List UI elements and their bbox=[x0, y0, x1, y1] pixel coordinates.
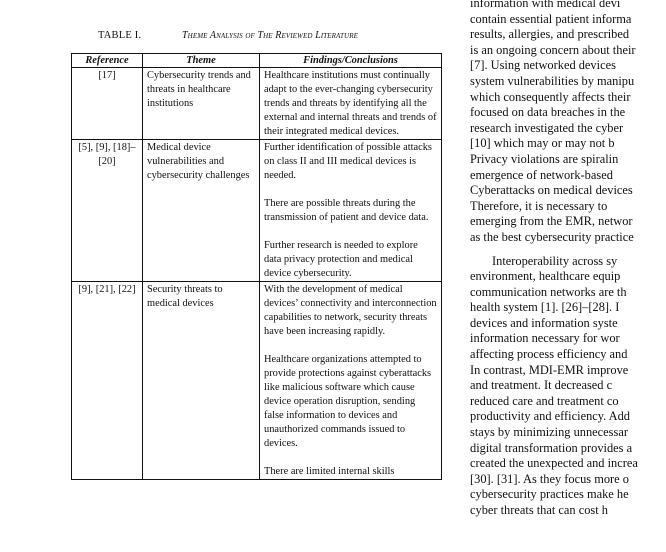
body-text-line: and treatment. It decreased c bbox=[470, 378, 613, 393]
body-text-line: results, allergies, and prescribed bbox=[470, 27, 630, 42]
finding-paragraph: With the development of medical devices’… bbox=[264, 284, 437, 337]
findings-cell: Further identification of possible attac… bbox=[259, 139, 442, 282]
reference-cell: [5], [9], [18]–[20] bbox=[71, 139, 143, 282]
paper-page: TABLE I. Theme Analysis of The Reviewed … bbox=[0, 0, 666, 552]
body-text-line: Privacy violations are spiralin bbox=[470, 151, 619, 166]
body-text-line: cyber threats that can cost h bbox=[470, 503, 608, 517]
body-paragraph: Interoperability across sy environment, h… bbox=[470, 254, 666, 519]
body-text-line: research investigated the cyber bbox=[470, 120, 624, 135]
reference-cell: [17] bbox=[71, 67, 143, 140]
body-text-line: stays by minimizing unnecessar bbox=[470, 425, 628, 440]
body-text-line: information with medical devi bbox=[470, 0, 621, 10]
body-text-line: Therefore, it is necessary to bbox=[470, 198, 608, 213]
body-text-line: focused on data breaches in the bbox=[470, 105, 626, 120]
theme-cell: Cybersecurity trends and threats in heal… bbox=[142, 67, 260, 140]
body-text-line: productivity and efficiency. Add bbox=[470, 409, 631, 424]
table-header-row: Reference Theme Findings/Conclusions bbox=[71, 53, 442, 68]
body-text-line: as the best cybersecurity practice bbox=[470, 229, 634, 244]
table-row: [17] Cybersecurity trends and threats in… bbox=[71, 67, 442, 140]
header-theme: Theme bbox=[142, 53, 260, 68]
body-text-line: affecting process efficiency and bbox=[470, 347, 628, 362]
body-text-line: health system [1]. [26]–[28]. I bbox=[470, 300, 620, 315]
body-text-line: information necessary for wor bbox=[470, 331, 620, 346]
body-text-line: Interoperability across sy bbox=[492, 253, 618, 268]
body-text-line: emergence of network-based bbox=[470, 167, 613, 182]
header-findings: Findings/Conclusions bbox=[259, 53, 442, 68]
reference-cell: [9], [21], [22] bbox=[71, 281, 143, 480]
body-text-line: Cyberattacks on medical devices bbox=[470, 183, 633, 198]
finding-paragraph: Healthcare organizations attempted to pr… bbox=[264, 354, 432, 449]
body-text-line: emerging from the EMR, networ bbox=[470, 214, 633, 229]
body-text-line: cybersecurity practices make he bbox=[470, 487, 629, 502]
table-row: [5], [9], [18]–[20] Medical device vulne… bbox=[71, 139, 442, 282]
body-text-line: reduced care and treatment co bbox=[470, 393, 619, 408]
body-text-line: is an ongoing concern about their bbox=[470, 42, 636, 57]
finding-paragraph: Healthcare institutions must continually… bbox=[264, 70, 437, 137]
finding-paragraph: Further research is needed to explore da… bbox=[264, 240, 418, 279]
body-paragraph: information with medical devi contain ess… bbox=[470, 0, 666, 246]
table-label: TABLE I. bbox=[98, 30, 142, 41]
table-title: Theme Analysis of The Reviewed Literatur… bbox=[182, 30, 358, 41]
finding-paragraph: Further identification of possible attac… bbox=[264, 142, 432, 181]
finding-paragraph: There are limited internal skills bbox=[264, 466, 395, 477]
theme-cell: Medical device vulnerabilities and cyber… bbox=[142, 139, 260, 282]
body-text-line: system vulnerabilities by manipu bbox=[470, 73, 635, 88]
body-text-line: digital transformation provides a bbox=[470, 440, 633, 455]
body-text-line: contain essential patient informa bbox=[470, 11, 632, 26]
body-text-line: [30]. [31]. As they focus more o bbox=[470, 471, 629, 486]
body-text-line: [7]. Using networked devices bbox=[470, 58, 616, 73]
theme-cell: Security threats to medical devices bbox=[142, 281, 260, 480]
table-caption: TABLE I. Theme Analysis of The Reviewed … bbox=[98, 30, 438, 46]
body-text-line: environment, healthcare equip bbox=[470, 269, 621, 284]
body-text-line: which consequently affects their bbox=[470, 89, 631, 104]
body-text-line: [10] which may or may not b bbox=[470, 136, 615, 151]
findings-cell: With the development of medical devices’… bbox=[259, 281, 442, 480]
body-text-line: created the unexpected and increa bbox=[470, 456, 638, 471]
body-text-line: devices and information syste bbox=[470, 315, 618, 330]
finding-paragraph: There are possible threats during the tr… bbox=[264, 198, 429, 223]
body-text-line: communication networks are th bbox=[470, 284, 627, 299]
table-row: [9], [21], [22] Security threats to medi… bbox=[71, 281, 442, 480]
body-text-column: information with medical devi contain ess… bbox=[470, 0, 666, 519]
body-text-line: In contrast, MDI-EMR improve bbox=[470, 362, 629, 377]
theme-analysis-table: Reference Theme Findings/Conclusions [17… bbox=[71, 53, 442, 480]
header-reference: Reference bbox=[71, 53, 143, 68]
findings-cell: Healthcare institutions must continually… bbox=[259, 67, 442, 140]
